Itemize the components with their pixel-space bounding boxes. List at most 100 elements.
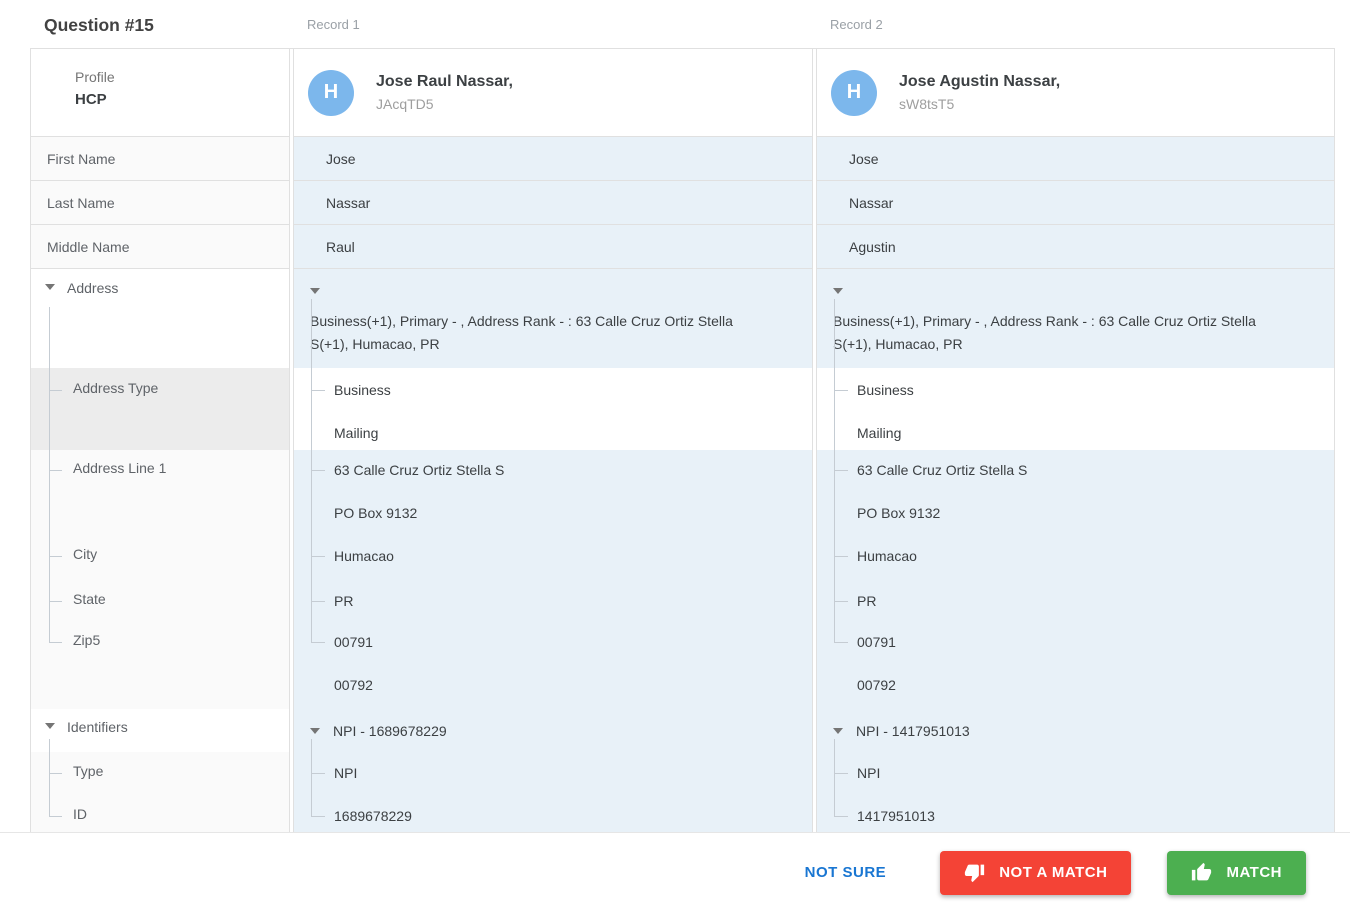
middle-name-label: Middle Name [30,225,290,269]
address-line1-row: Address Line 1 63 Calle Cruz Ortiz Stell… [30,450,1335,534]
identifiers-summary-text-r2: NPI - 1417951013 [856,723,970,739]
first-name-label: First Name [30,137,290,181]
record1-avatar: H [308,70,354,116]
collapse-arrow-icon[interactable] [310,288,320,294]
address-summary-text-r2: Business(+1), Primary - , Address Rank -… [833,310,1295,356]
not-a-match-button[interactable]: NOT A MATCH [940,851,1131,895]
tree-dash [311,556,325,557]
address-line1-label: Address Line 1 [73,460,166,476]
tree-line [834,450,835,546]
value-item: Business [334,380,794,400]
value-item: 63 Calle Cruz Ortiz Stella S [334,460,794,480]
value-item: 00791 [334,632,794,652]
thumbs-up-icon [1191,862,1212,883]
collapse-arrow-icon[interactable] [45,284,55,290]
tree-dash [834,773,848,774]
tree-dash [311,642,325,643]
tree-dash [834,816,848,817]
tree-line [834,739,835,752]
last-name-row: Last Name Nassar Nassar [30,181,1335,225]
tree-line [834,622,835,642]
value-item: Business [857,380,1316,400]
record2-source-id: sW8tsT5 [899,96,1060,112]
record1-source-id: JAcqTD5 [376,96,513,112]
action-bar: NOT SURE NOT A MATCH MATCH [0,832,1350,912]
profile-label: Profile [75,69,289,85]
comparison-table: Profile HCP H Jose Raul Nassar, JAcqTD5 … [30,48,1335,834]
value-item: Humacao [334,546,794,566]
middle-name-value-r2: Agustin [816,225,1335,269]
address-line1-values-r1: 63 Calle Cruz Ortiz Stella S PO Box 9132 [293,450,813,546]
identifiers-group-label-cell: Identifiers [30,709,290,752]
tree-line [311,622,312,642]
address-group-label: Address [67,280,118,296]
value-item: 00792 [857,675,1316,695]
first-name-value-r2: Jose [816,137,1335,181]
record1-column-header: Record 1 [293,0,813,48]
value-item: NPI [857,763,1316,783]
record2-name: Jose Agustin Nassar, [899,73,1060,91]
not-a-match-label: NOT A MATCH [999,864,1107,881]
tree-line [311,299,312,368]
tree-dash [834,390,848,391]
last-name-value-r1: Nassar [293,181,813,225]
identifiers-summary-r2: NPI - 1417951013 [816,709,1335,752]
match-button[interactable]: MATCH [1167,851,1306,895]
middle-name-value-r1: Raul [293,225,813,269]
value-item: NPI [334,763,794,783]
tree-dash [49,470,62,471]
first-name-value-r1: Jose [293,137,813,181]
value-item: 63 Calle Cruz Ortiz Stella S [857,460,1316,480]
collapse-arrow-icon[interactable] [833,728,843,734]
address-line1-label-cell: Address Line 1 [30,450,290,546]
value-item: Mailing [334,423,794,443]
collapse-arrow-icon[interactable] [833,288,843,294]
identifier-type-label: Type [73,763,103,779]
tree-dash [311,816,325,817]
address-summary-text-r1: Business(+1), Primary - , Address Rank -… [310,310,772,356]
value-item: 00792 [334,675,794,695]
zip5-label-cell: Zip5 [30,622,290,719]
record1-name-block: Jose Raul Nassar, JAcqTD5 [376,73,513,112]
tree-dash [49,390,62,391]
value-item: 1689678229 [334,806,794,826]
city-row: City Humacao Humacao [30,534,1335,579]
tree-dash [49,816,62,817]
identifiers-group-label: Identifiers [67,719,128,735]
value-item: Humacao [857,546,1316,566]
record2-avatar: H [831,70,877,116]
record1-name: Jose Raul Nassar, [376,73,513,91]
profile-value: HCP [75,91,289,108]
address-summary-r1: Business(+1), Primary - , Address Rank -… [293,269,813,368]
collapse-arrow-icon[interactable] [310,728,320,734]
tree-dash [311,601,325,602]
tree-dash [49,773,62,774]
identifier-id-label: ID [73,806,87,822]
tree-line [49,450,50,546]
value-item: 00791 [857,632,1316,652]
identifier-id-row: ID 1689678229 1417951013 [30,795,1335,834]
tree-dash [49,556,62,557]
collapse-arrow-icon[interactable] [45,723,55,729]
tree-line [834,795,835,816]
tree-dash [49,601,62,602]
address-summary-row: Address Business(+1), Primary - , Addres… [30,269,1335,368]
zip5-values-r1: 00791 00792 [293,622,813,719]
record2-name-block: Jose Agustin Nassar, sW8tsT5 [899,73,1060,112]
not-sure-button[interactable]: NOT SURE [799,863,893,882]
identifiers-summary-row: Identifiers NPI - 1689678229 NPI - 14179… [30,709,1335,752]
header-strip: Question #15 Record 1 Record 2 [30,0,1335,48]
address-line1-values-r2: 63 Calle Cruz Ortiz Stella S PO Box 9132 [816,450,1335,546]
identifier-type-row: Type NPI NPI [30,752,1335,795]
last-name-label: Last Name [30,181,290,225]
value-item: PO Box 9132 [857,503,1316,523]
thumbs-down-icon [964,862,985,883]
value-item: 1417951013 [857,806,1316,826]
zip5-row: Zip5 00791 00792 00791 00792 [30,622,1335,709]
tree-line [834,299,835,368]
tree-dash [834,642,848,643]
tree-line [49,307,50,368]
tree-dash [834,556,848,557]
tree-dash [834,601,848,602]
first-name-row: First Name Jose Jose [30,137,1335,181]
